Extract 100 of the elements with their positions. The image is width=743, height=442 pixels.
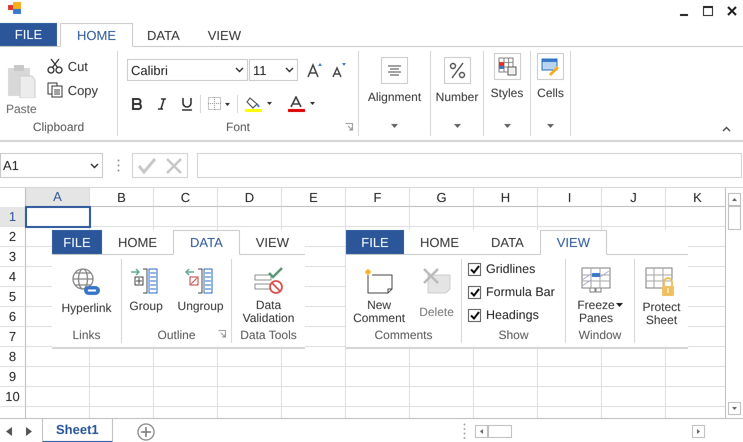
row-header[interactable]: 2 <box>0 227 26 247</box>
cells-icon <box>537 53 564 80</box>
italic-icon[interactable] <box>156 98 168 110</box>
freeze-panes-button[interactable]: Freeze Panes <box>577 267 623 325</box>
font-size-dropdown[interactable]: 11 <box>249 59 298 81</box>
protect-sheet-button[interactable]: Protect Sheet <box>642 267 680 327</box>
row-header[interactable]: 6 <box>0 307 26 327</box>
dialog-launcher-icon[interactable] <box>345 123 353 131</box>
column-header[interactable]: I <box>538 188 602 207</box>
chevron-down-icon[interactable] <box>235 67 244 73</box>
scissors-icon <box>46 58 63 74</box>
dropdown-arrow-icon[interactable] <box>616 303 623 307</box>
ribbon-tab[interactable]: HOME <box>404 230 475 254</box>
group-label: Comments <box>374 328 432 343</box>
chevron-down-icon[interactable] <box>90 162 99 168</box>
bold-icon[interactable] <box>131 98 143 110</box>
data-validation-button[interactable]: Data Validation <box>242 267 294 325</box>
scroll-down-icon[interactable] <box>728 402 741 415</box>
cut-button[interactable]: Cut <box>46 58 98 74</box>
ribbon-tab[interactable]: DATA <box>475 230 540 254</box>
column-header[interactable]: D <box>218 188 282 207</box>
alignment-button[interactable]: Alignment <box>359 51 431 136</box>
row-header[interactable]: 1 <box>0 207 26 227</box>
row-header[interactable]: 7 <box>0 327 26 347</box>
checkbox-option[interactable]: Formula Bar <box>468 285 565 299</box>
number-button[interactable]: Number <box>431 51 484 136</box>
file-tab[interactable]: FILE <box>52 230 102 254</box>
scroll-left-icon[interactable] <box>475 425 488 438</box>
checkbox[interactable] <box>468 262 481 276</box>
group-label: Data Tools <box>240 328 297 343</box>
group-label: Links <box>72 328 100 343</box>
cells-button[interactable]: Cells <box>531 51 571 136</box>
chevron-down-icon[interactable] <box>285 67 294 73</box>
checkbox[interactable] <box>468 308 481 322</box>
name-box[interactable]: A1 <box>0 153 103 178</box>
checkbox-option[interactable]: Headings <box>468 308 565 322</box>
validation-icon <box>254 267 284 295</box>
scroll-up-icon[interactable] <box>728 193 741 206</box>
checkbox[interactable] <box>468 286 481 298</box>
group-button[interactable]: Group <box>129 267 163 313</box>
copy-button[interactable]: Copy <box>46 82 98 98</box>
ribbon-tab[interactable]: VIEW <box>540 230 607 255</box>
column-header[interactable]: E <box>282 188 346 207</box>
formula-input[interactable] <box>197 153 742 178</box>
delete-comment-icon <box>422 267 452 295</box>
next-sheet-icon[interactable] <box>26 427 32 436</box>
file-tab[interactable]: FILE <box>0 23 57 46</box>
scroll-right-icon[interactable] <box>692 425 705 438</box>
scrollbar-thumb[interactable] <box>488 425 512 438</box>
close-icon[interactable] <box>727 6 737 16</box>
splitter-icon[interactable] <box>117 159 120 172</box>
checkbox-option[interactable]: Gridlines <box>468 262 565 276</box>
ribbon-tab[interactable]: HOME <box>102 230 174 254</box>
ribbon-tab[interactable]: HOME <box>60 23 133 47</box>
ribbon-tab[interactable]: VIEW <box>240 230 305 254</box>
grow-font-icon[interactable] <box>306 62 322 78</box>
ribbon-tab[interactable]: DATA <box>133 23 194 47</box>
column-header[interactable]: J <box>602 188 666 207</box>
row-header[interactable]: 5 <box>0 287 26 307</box>
file-tab[interactable]: FILE <box>346 230 404 254</box>
hyperlink-button[interactable]: Hyperlink <box>61 267 112 315</box>
collapse-ribbon-icon[interactable] <box>722 126 731 132</box>
row-header[interactable]: 9 <box>0 367 26 387</box>
column-header[interactable]: H <box>474 188 538 207</box>
column-header[interactable]: B <box>90 188 154 207</box>
shrink-font-icon[interactable] <box>330 62 346 78</box>
ribbon-tab[interactable]: DATA <box>173 230 240 255</box>
horizontal-scrollbar[interactable] <box>475 425 705 438</box>
column-header[interactable]: G <box>410 188 474 207</box>
row-header[interactable]: 3 <box>0 247 26 267</box>
selected-cell[interactable] <box>25 206 91 228</box>
new-comment-button[interactable]: New Comment <box>353 267 406 325</box>
group-label: Font <box>226 120 250 136</box>
group-label: Show <box>498 328 529 343</box>
row-header[interactable]: 10 <box>0 387 26 407</box>
scrollbar-thumb[interactable] <box>728 206 741 230</box>
underline-icon[interactable] <box>181 97 193 111</box>
cell-styles-icon <box>494 53 520 80</box>
column-header[interactable]: F <box>346 188 410 207</box>
font-color-icon[interactable] <box>288 96 318 112</box>
styles-button[interactable]: Styles <box>484 51 531 136</box>
font-name-dropdown[interactable]: Calibri <box>127 59 248 81</box>
dialog-launcher-icon[interactable] <box>218 330 226 338</box>
ungroup-button[interactable]: Ungroup <box>178 267 224 313</box>
borders-icon[interactable] <box>208 97 230 111</box>
add-sheet-icon[interactable] <box>136 422 155 440</box>
group-label: Window <box>578 328 622 343</box>
clipboard-icon <box>6 64 36 98</box>
previous-sheet-icon[interactable] <box>6 427 12 436</box>
row-header[interactable]: 8 <box>0 347 26 367</box>
group-label: Outline <box>157 328 196 343</box>
sheet-tab[interactable]: Sheet1 <box>42 418 113 442</box>
ribbon-tab[interactable]: VIEW <box>194 23 255 47</box>
fill-color-icon[interactable] <box>245 96 275 112</box>
row-header[interactable]: 4 <box>0 267 26 287</box>
column-header[interactable]: C <box>154 188 218 207</box>
column-header[interactable]: A <box>26 188 90 207</box>
maximize-icon[interactable] <box>703 6 713 16</box>
new-comment-icon <box>364 267 394 295</box>
checkmark-icon[interactable] <box>138 158 156 174</box>
